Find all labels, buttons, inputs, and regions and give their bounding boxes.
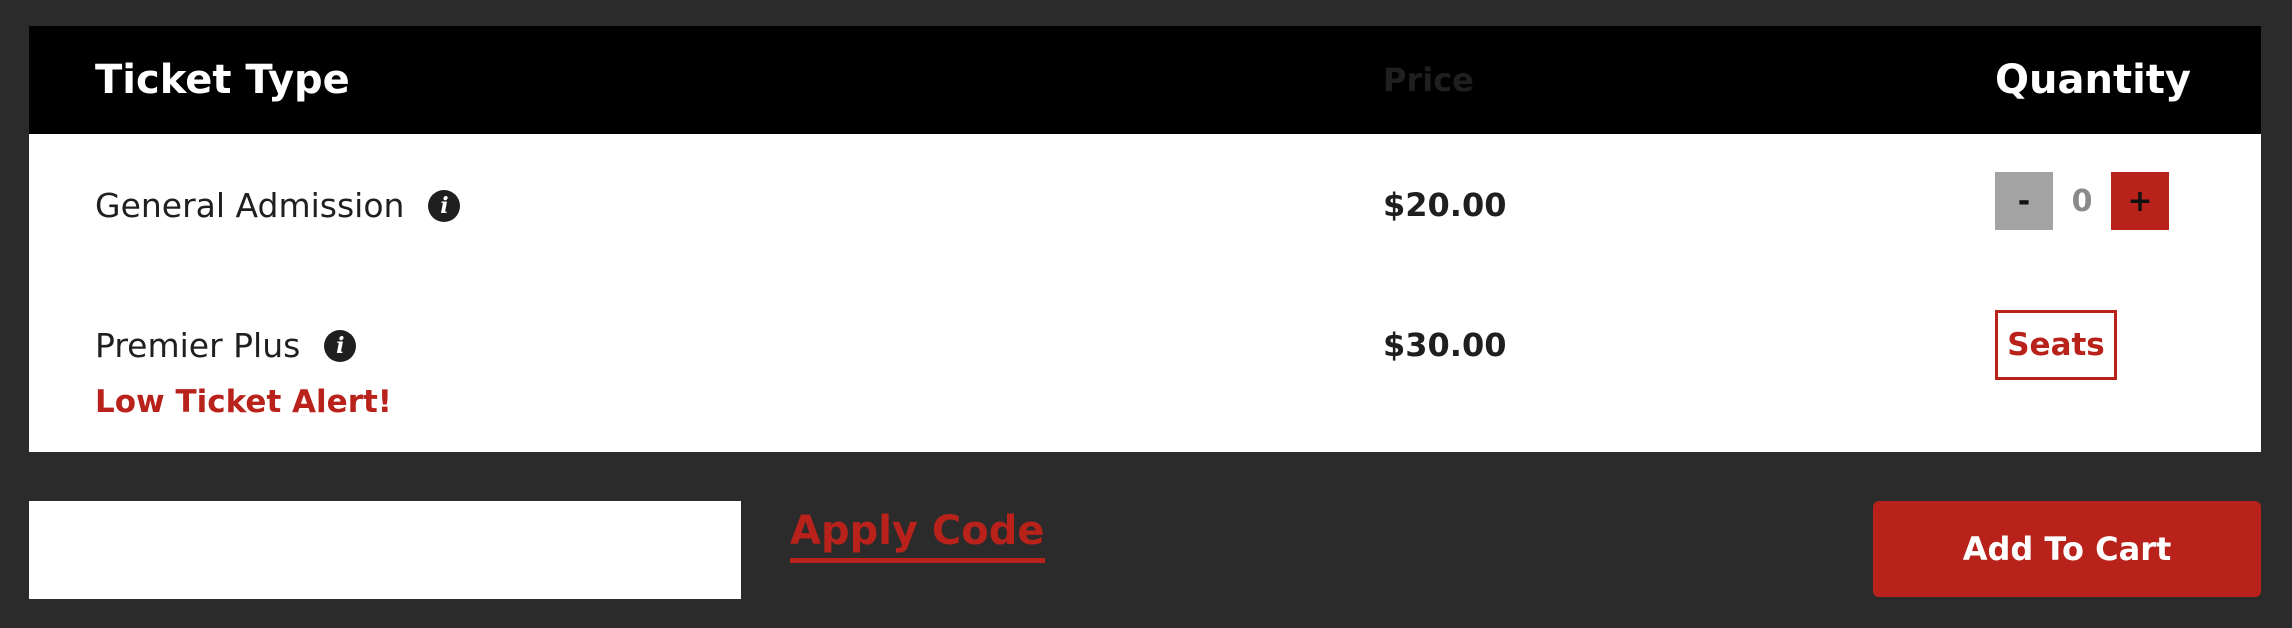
select-seats-button[interactable]: Seats — [1995, 310, 2117, 380]
header-price: Price — [1383, 61, 1474, 99]
ticket-name-cell: General Admission i — [95, 186, 461, 225]
ticket-name: Premier Plus — [95, 326, 301, 365]
promo-code-input[interactable] — [29, 501, 741, 599]
table-header: Ticket Type Price Quantity — [29, 26, 2261, 134]
table-row-premier-plus: Premier Plus i Low Ticket Alert! $30.00 … — [29, 274, 2261, 452]
ticket-price: $30.00 — [1383, 326, 1507, 364]
header-quantity: Quantity — [1995, 57, 2191, 103]
decrease-quantity-button[interactable]: - — [1995, 172, 2053, 230]
ticket-name-cell: Premier Plus i — [95, 326, 357, 365]
quantity-value: 0 — [2071, 183, 2093, 219]
quantity-stepper: - 0 + — [1995, 172, 2169, 230]
ticket-price: $20.00 — [1383, 186, 1507, 224]
add-to-cart-button[interactable]: Add To Cart — [1873, 501, 2261, 597]
table-row-general-admission: General Admission i $20.00 - 0 + — [29, 134, 2261, 274]
info-icon[interactable]: i — [324, 329, 357, 362]
increase-quantity-button[interactable]: + — [2111, 172, 2169, 230]
low-ticket-alert: Low Ticket Alert! — [95, 384, 392, 420]
ticket-table: Ticket Type Price Quantity General Admis… — [29, 26, 2261, 452]
apply-code-link[interactable]: Apply Code — [790, 508, 1045, 563]
ticket-name: General Admission — [95, 186, 405, 225]
header-ticket-type: Ticket Type — [95, 57, 350, 103]
info-icon[interactable]: i — [428, 189, 461, 222]
